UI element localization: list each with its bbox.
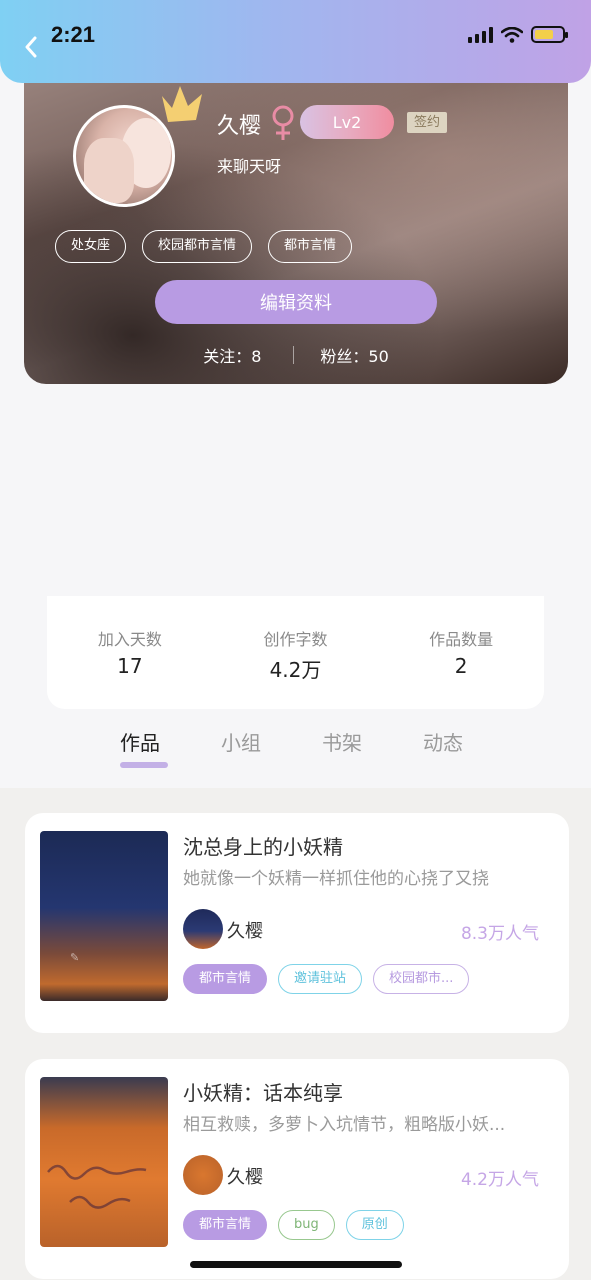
tab-works[interactable]: 作品 bbox=[120, 727, 160, 756]
stat-join-days: 加入天数 17 bbox=[60, 626, 200, 678]
stat-label: 加入天数 bbox=[97, 630, 162, 649]
tab-activity[interactable]: 动态 bbox=[423, 727, 463, 756]
profile-card: 久樱 Lv2 签约 来聊天呀 处女座 校园都市言情 都市言情 编辑资料 关注：8… bbox=[24, 60, 568, 384]
wifi-icon bbox=[501, 26, 523, 43]
popularity-count: 8.3万人气 bbox=[460, 924, 539, 944]
book-card[interactable]: ✎ 沈总身上的小妖精 她就像一个妖精一样抓住他的心挠了又挠 久樱 8.3万人气 … bbox=[25, 813, 569, 1033]
author-avatar[interactable] bbox=[183, 1155, 223, 1195]
profile-tag[interactable]: 处女座 bbox=[55, 230, 127, 263]
contract-badge: 签约 bbox=[407, 112, 448, 133]
stat-value: 4.2万 bbox=[269, 658, 322, 682]
tab-groups[interactable]: 小组 bbox=[221, 727, 261, 756]
content-tabs: 作品 小组 书架 动态 bbox=[0, 724, 591, 788]
profile-bio: 来聊天呀 bbox=[217, 157, 282, 176]
follow-stats: 关注：8 粉丝：50 bbox=[24, 343, 568, 367]
book-tags: 都市言情 bug 原创 bbox=[183, 1210, 404, 1240]
active-tab-indicator bbox=[120, 762, 168, 768]
book-tag[interactable]: 校园都市... bbox=[373, 964, 470, 994]
book-description: 相互救赎，多萝卜入坑情节，粗略版小妖... bbox=[183, 1115, 506, 1135]
book-tag[interactable]: bug bbox=[278, 1210, 335, 1240]
stat-word-count: 创作字数 4.2万 bbox=[225, 626, 365, 683]
profile-name: 久樱 bbox=[217, 114, 262, 139]
stat-label: 作品数量 bbox=[429, 630, 494, 649]
author-avatar[interactable] bbox=[183, 909, 223, 949]
book-tag[interactable]: 邀请驻站 bbox=[278, 964, 363, 994]
profile-tag[interactable]: 都市言情 bbox=[268, 230, 353, 263]
stats-card: 加入天数 17 创作字数 4.2万 作品数量 2 bbox=[47, 596, 544, 709]
following-count[interactable]: 关注：8 bbox=[203, 343, 261, 367]
status-time: 2:21 bbox=[51, 22, 96, 47]
edit-profile-button[interactable]: 编辑资料 bbox=[155, 280, 437, 324]
author-name[interactable]: 久樱 bbox=[227, 1163, 263, 1189]
home-indicator[interactable] bbox=[190, 1261, 402, 1268]
profile-tags: 处女座 校园都市言情 都市言情 bbox=[55, 230, 353, 263]
book-title[interactable]: 小妖精：话本纯享 bbox=[183, 1077, 343, 1106]
stat-value: 2 bbox=[454, 654, 468, 678]
book-cover[interactable]: ✎ bbox=[40, 831, 168, 1001]
female-gender-icon bbox=[272, 105, 294, 140]
back-button[interactable] bbox=[18, 34, 44, 60]
cover-calligraphy bbox=[47, 1164, 147, 1209]
cellular-signal-icon bbox=[468, 26, 493, 43]
book-title[interactable]: 沈总身上的小妖精 bbox=[183, 831, 343, 860]
book-tag[interactable]: 都市言情 bbox=[183, 964, 268, 994]
followers-count[interactable]: 粉丝：50 bbox=[320, 343, 388, 367]
stat-works-count: 作品数量 2 bbox=[391, 626, 531, 678]
level-badge: Lv2 bbox=[300, 105, 394, 139]
book-cover[interactable] bbox=[40, 1077, 168, 1247]
author-name[interactable]: 久樱 bbox=[227, 917, 263, 943]
stat-label: 创作字数 bbox=[263, 630, 328, 649]
book-tag[interactable]: 都市言情 bbox=[183, 1210, 268, 1240]
popularity-count: 4.2万人气 bbox=[460, 1170, 539, 1190]
stat-value: 17 bbox=[117, 654, 143, 678]
profile-tag[interactable]: 校园都市言情 bbox=[142, 230, 253, 263]
divider bbox=[293, 346, 295, 364]
tab-bookshelf[interactable]: 书架 bbox=[322, 727, 362, 756]
chevron-left-icon bbox=[25, 36, 37, 58]
battery-icon bbox=[531, 26, 568, 43]
crown-icon bbox=[162, 86, 202, 122]
status-icons bbox=[468, 26, 568, 43]
book-tag[interactable]: 原创 bbox=[345, 1210, 404, 1240]
book-tags: 都市言情 邀请驻站 校园都市... bbox=[183, 964, 470, 994]
top-header: 2:21 bbox=[0, 0, 591, 83]
book-description: 她就像一个妖精一样抓住他的心挠了又挠 bbox=[183, 869, 489, 889]
book-card[interactable]: 小妖精：话本纯享 相互救赎，多萝卜入坑情节，粗略版小妖... 久樱 4.2万人气… bbox=[25, 1059, 569, 1279]
